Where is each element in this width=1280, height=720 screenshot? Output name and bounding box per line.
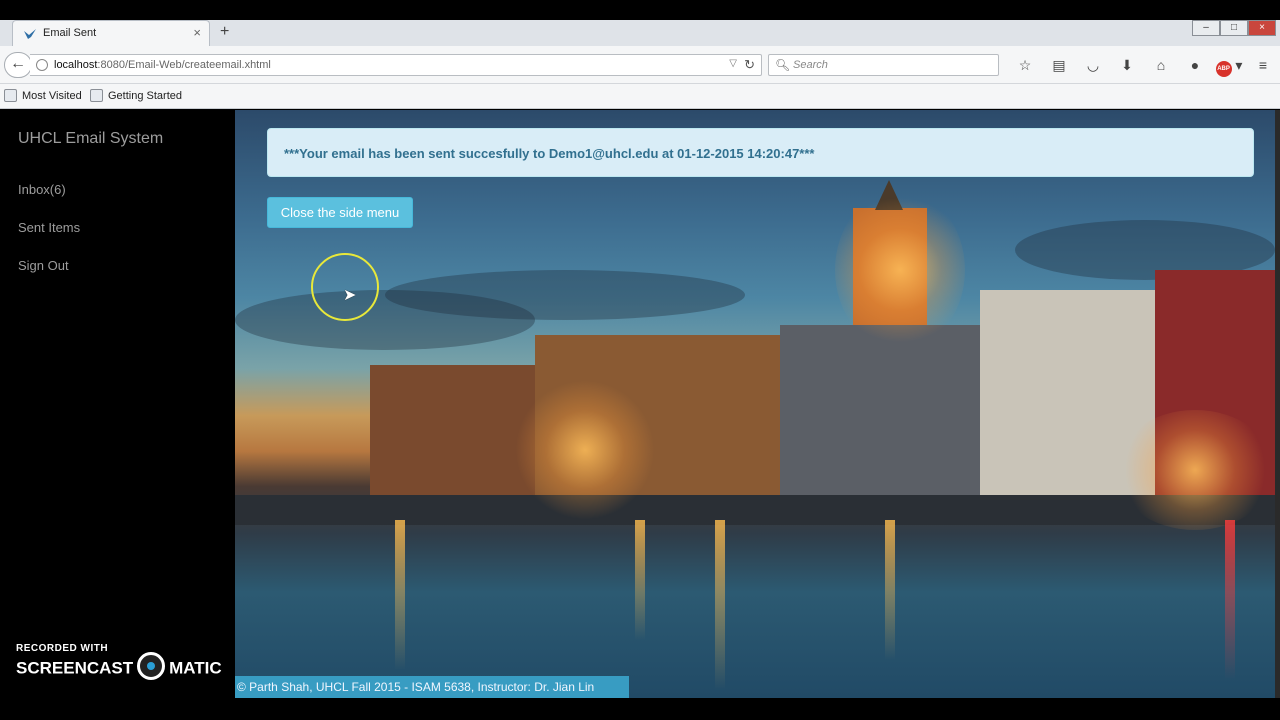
star-icon[interactable]: ☆ — [1008, 56, 1042, 74]
mouse-cursor-icon: ➤ — [343, 287, 357, 304]
reload-icon[interactable]: ↻ — [744, 57, 755, 73]
sidebar-item-inbox[interactable]: Inbox(6) — [18, 182, 66, 197]
bookmark-getting-started[interactable]: Getting Started — [108, 90, 182, 102]
background-reflection — [1225, 520, 1235, 680]
brand-title[interactable]: UHCL Email System — [18, 130, 163, 148]
adblock-icon[interactable]: ABP ▾ — [1212, 56, 1246, 77]
bookmarks-bar: Most Visited Getting Started — [0, 84, 1280, 109]
window-close-icon[interactable]: × — [1248, 20, 1276, 36]
pocket-icon[interactable]: ◡ — [1076, 56, 1110, 74]
footer-text: © Parth Shah, UHCL Fall 2015 - ISAM 5638… — [237, 680, 595, 694]
search-placeholder: Search — [793, 59, 828, 71]
sidebar-item-sign-out[interactable]: Sign Out — [18, 258, 69, 273]
sidebar-item-sent-items[interactable]: Sent Items — [18, 220, 80, 235]
download-icon[interactable]: ⬇ — [1110, 56, 1144, 74]
background-pier — [235, 495, 1275, 525]
tab-close-icon[interactable]: × — [193, 25, 201, 40]
bookmark-folder-icon — [4, 89, 17, 102]
chat-icon[interactable]: ● — [1178, 56, 1212, 74]
url-text: localhost:8080/Email-Web/createemail.xht… — [54, 59, 271, 71]
navigation-bar: ← localhost:8080/Email-Web/createemail.x… — [0, 46, 1280, 84]
search-input[interactable]: 🔍︎ Search — [768, 54, 999, 76]
close-side-menu-button[interactable]: Close the side menu — [267, 197, 413, 228]
screen-bottom-bar — [0, 698, 1280, 720]
bookmark-page-icon — [90, 89, 103, 102]
background-light-glow — [835, 190, 965, 350]
main-content: ***Your email has been sent succesfully … — [235, 110, 1275, 698]
background-building — [780, 325, 980, 495]
background-reflection — [635, 520, 645, 640]
background-reflection — [885, 520, 895, 660]
watermark-line2: SCREENCAST MATIC — [16, 652, 222, 680]
tab-title: Email Sent — [43, 27, 97, 39]
screencast-watermark: RECORDED WITH SCREENCAST MATIC — [16, 643, 222, 680]
alert-message: ***Your email has been sent succesfully … — [284, 146, 815, 161]
page-scrollbar[interactable] — [1275, 110, 1280, 698]
bookmark-most-visited[interactable]: Most Visited — [22, 90, 82, 102]
tab-email-sent[interactable]: Email Sent × — [12, 20, 210, 46]
bird-icon — [24, 29, 36, 39]
screencast-logo-icon — [137, 652, 166, 680]
screen-top-bar — [0, 0, 1280, 20]
maximize-icon[interactable]: □ — [1220, 20, 1248, 36]
background-light-glow — [515, 380, 655, 520]
url-dropdown-icon[interactable]: ▽ — [729, 58, 737, 69]
window-controls: – □ × — [1192, 20, 1276, 36]
globe-icon — [36, 59, 48, 71]
search-icon: 🔍︎ — [775, 58, 791, 72]
toolbar-icons: ☆ ▤ ◡ ⬇ ⌂ ● ABP ▾ ≡ — [1008, 56, 1280, 77]
background-light-glow — [1115, 410, 1275, 530]
side-menu: UHCL Email System Inbox(6) Sent Items Si… — [0, 110, 235, 720]
minimize-icon[interactable]: – — [1192, 20, 1220, 36]
reading-list-icon[interactable]: ▤ — [1042, 56, 1076, 74]
home-icon[interactable]: ⌂ — [1144, 56, 1178, 74]
watermark-line1: RECORDED WITH — [16, 643, 109, 654]
background-reflection — [395, 520, 405, 670]
tab-strip: Email Sent × + – □ × — [0, 20, 1280, 46]
menu-icon[interactable]: ≡ — [1246, 56, 1280, 74]
background-reflection — [715, 520, 725, 690]
back-icon[interactable]: ← — [4, 52, 32, 78]
background-cloud — [385, 270, 745, 320]
background-building — [370, 365, 535, 495]
footer: © Parth Shah, UHCL Fall 2015 - ISAM 5638… — [235, 676, 629, 698]
url-bar[interactable]: localhost:8080/Email-Web/createemail.xht… — [30, 54, 762, 76]
new-tab-icon[interactable]: + — [220, 23, 229, 41]
email-sent-alert: ***Your email has been sent succesfully … — [267, 128, 1254, 177]
